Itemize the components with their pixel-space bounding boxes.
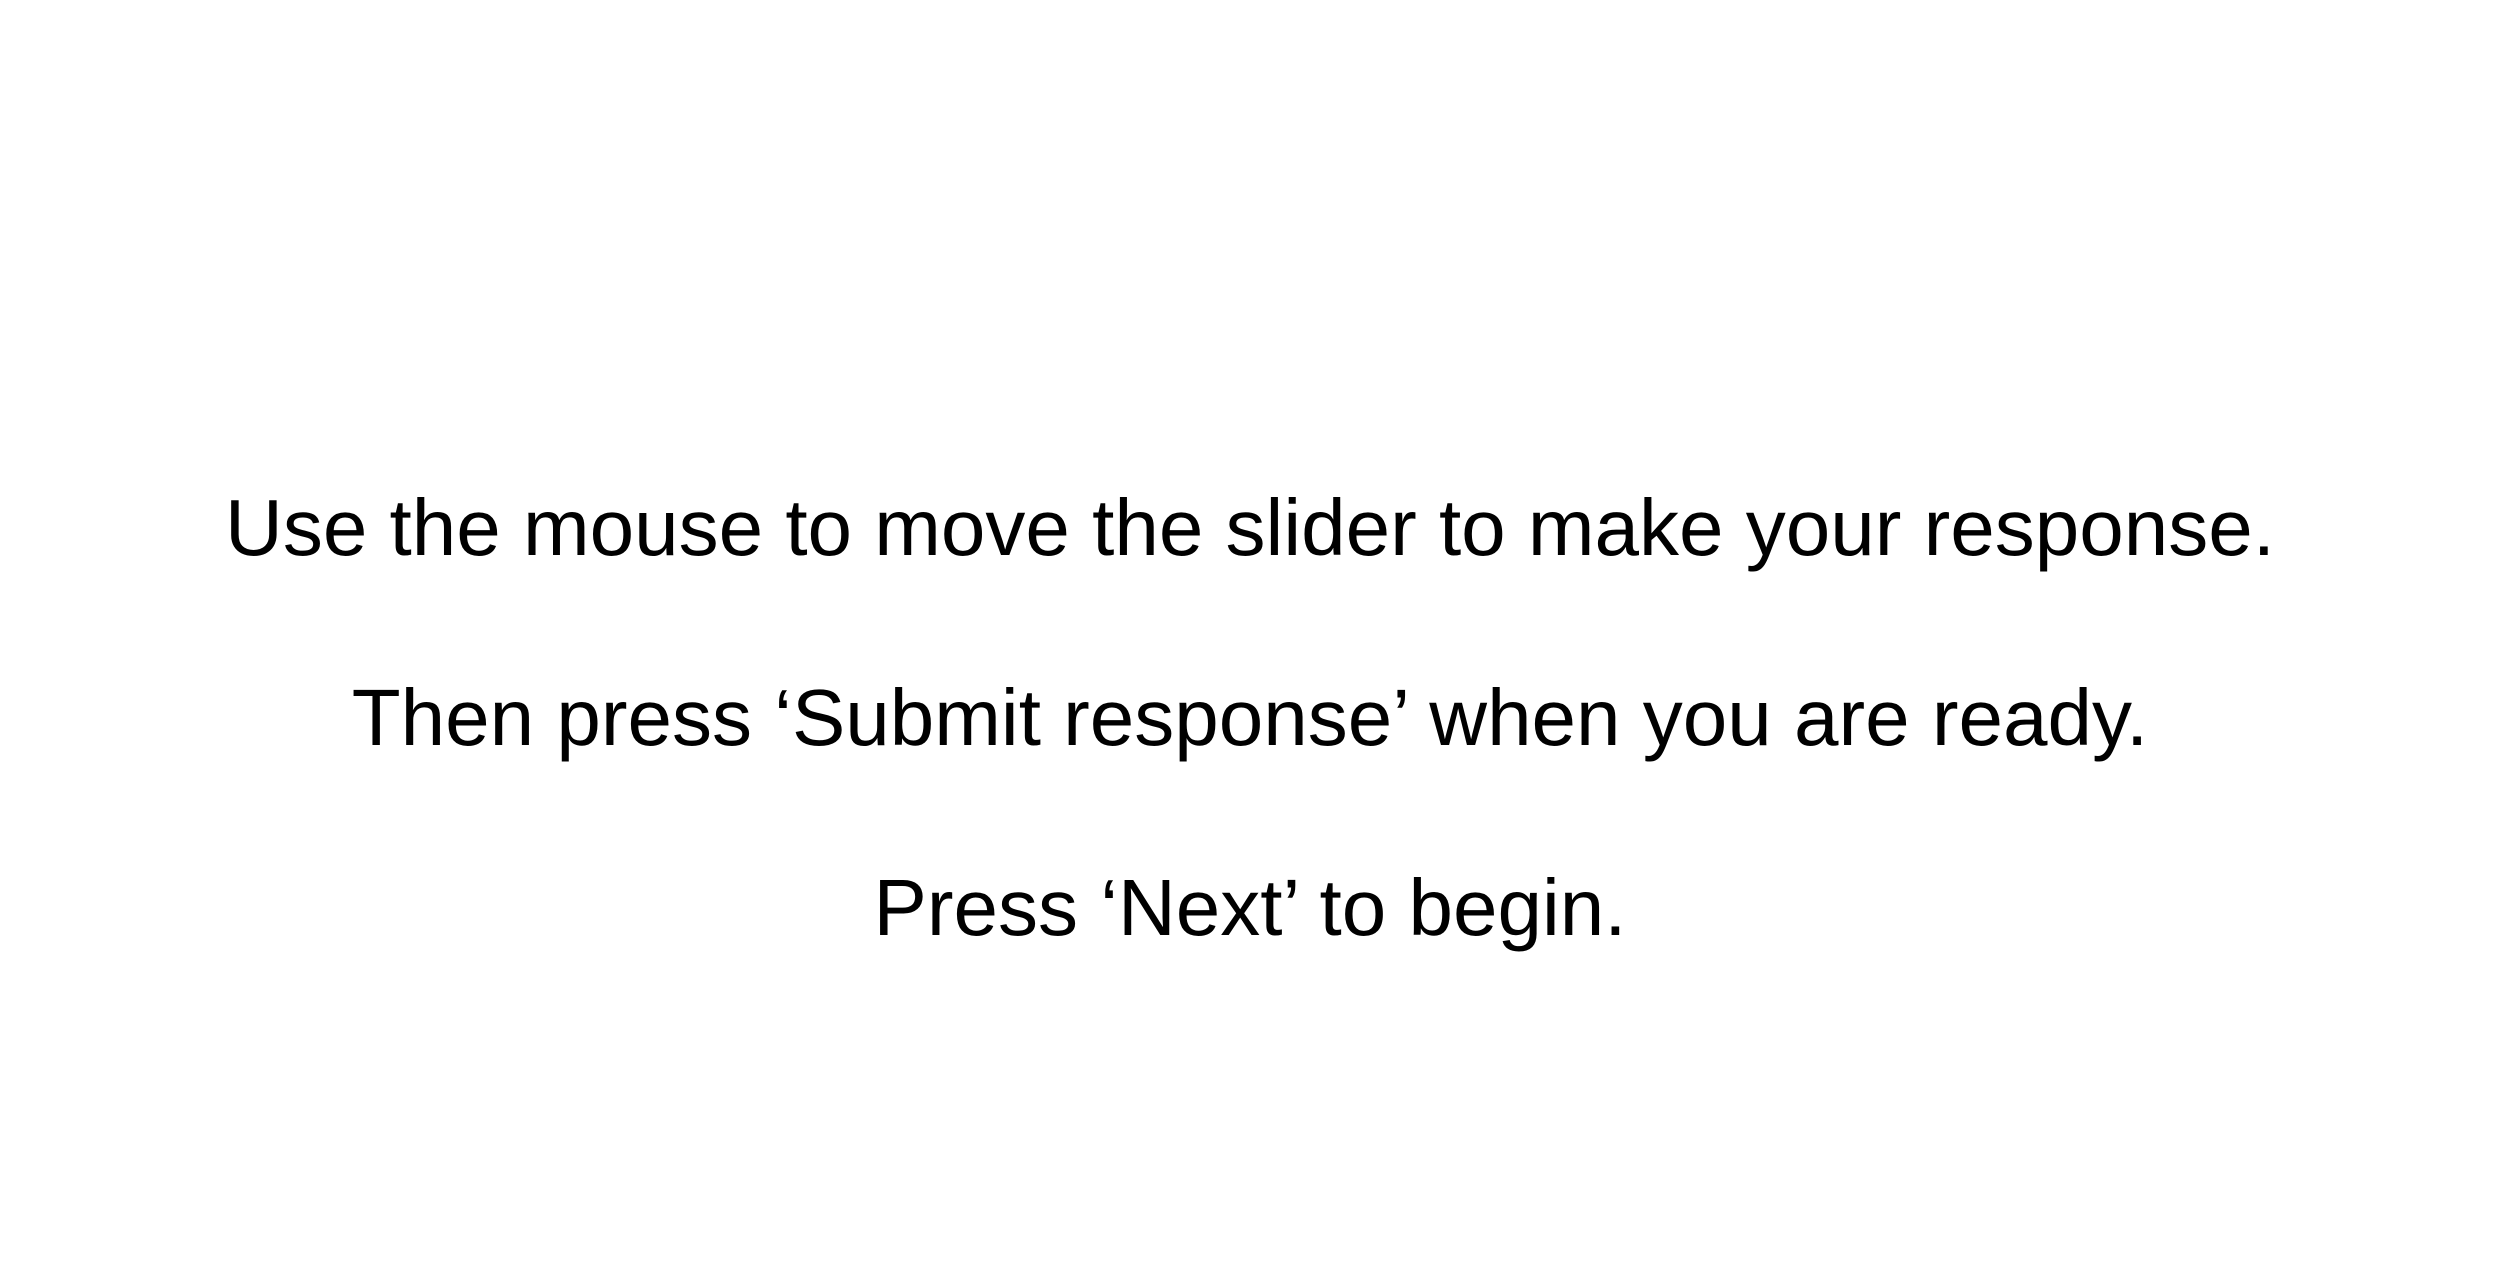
instruction-submit: Then press ‘Submit response’ when you ar…	[351, 673, 2149, 762]
instruction-slider: Use the mouse to move the slider to make…	[225, 483, 2275, 572]
instruction-next: Press ‘Next’ to begin.	[873, 863, 1627, 952]
instructions-screen: Use the mouse to move the slider to make…	[0, 0, 2500, 1269]
